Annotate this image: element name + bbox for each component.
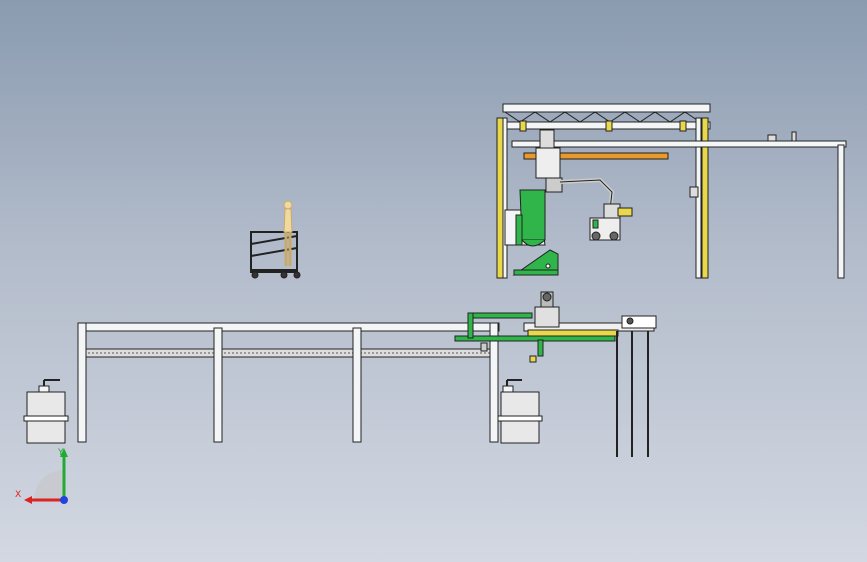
gantry-truss[interactable] (502, 103, 711, 132)
overhead-rail[interactable] (511, 131, 847, 279)
x-axis-label: X (15, 490, 21, 500)
operator-cart[interactable] (250, 231, 301, 279)
gantry-green-machine[interactable] (504, 189, 559, 276)
transfer-station[interactable] (454, 291, 657, 457)
left-machine-base[interactable] (23, 379, 69, 444)
y-axis-label: Y (57, 448, 64, 458)
coordinate-triad: Y X (15, 448, 68, 504)
assembly-drawing[interactable]: Y X (0, 0, 867, 562)
operator-figure (283, 200, 293, 266)
long-conveyor-frame[interactable] (77, 322, 500, 443)
right-machine-base[interactable] (497, 379, 543, 444)
cad-viewport[interactable]: Y X (0, 0, 867, 562)
